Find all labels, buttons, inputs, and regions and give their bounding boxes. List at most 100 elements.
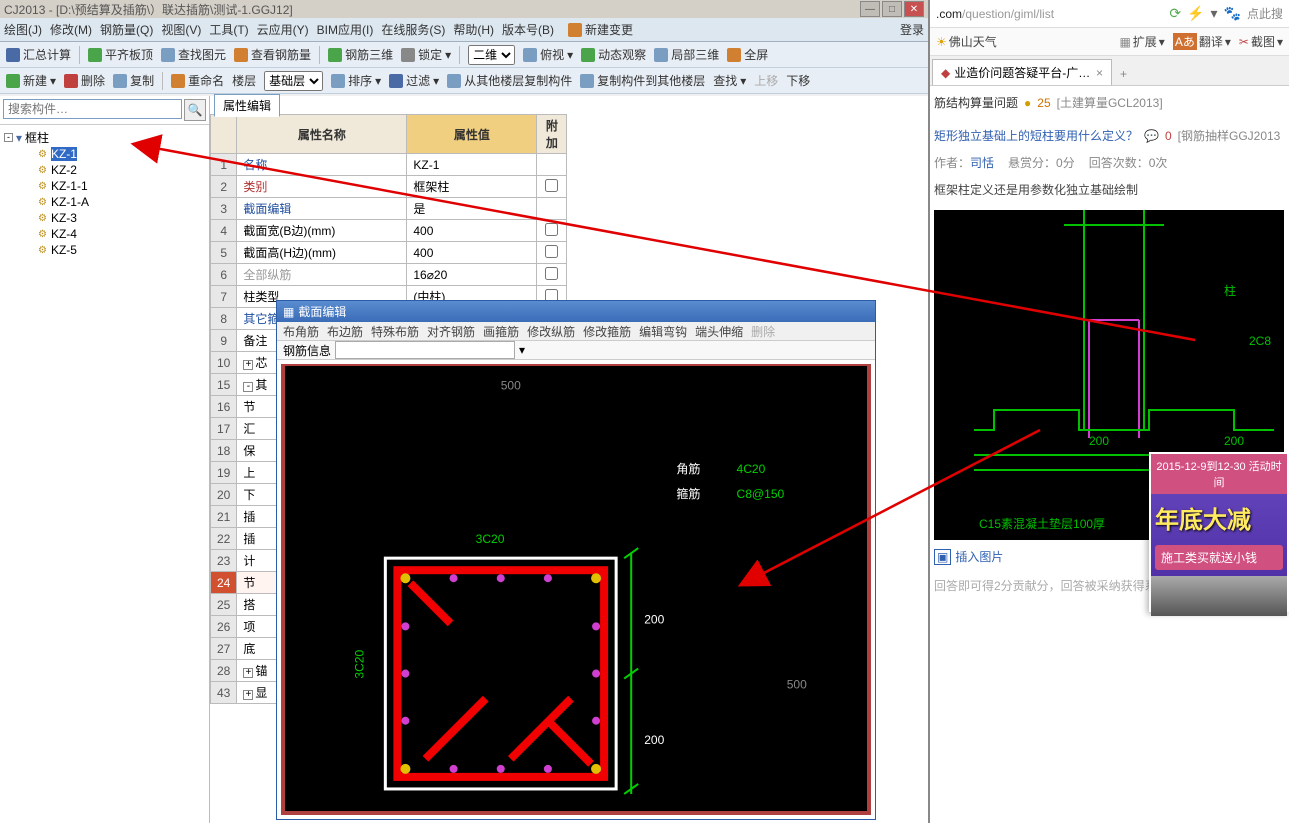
- section-canvas[interactable]: 500 500 角筋 4C20 箍筋 C8@150 3C20 3C20: [281, 364, 871, 815]
- property-row[interactable]: 2类别框架柱: [211, 176, 567, 198]
- lock-button[interactable]: 锁定 ▾: [401, 46, 451, 63]
- question-tag[interactable]: [钢筋抽样GGJ2013: [1178, 127, 1281, 144]
- new-tab-button[interactable]: +: [1112, 63, 1135, 85]
- rebar-info-input[interactable]: [335, 341, 515, 359]
- menu-rebar[interactable]: 钢筋量(Q): [100, 21, 153, 38]
- menu-online[interactable]: 在线服务(S): [381, 21, 445, 38]
- view-mode-select[interactable]: 二维: [468, 45, 515, 65]
- se-end-extend[interactable]: 端头伸缩: [695, 323, 743, 340]
- property-row[interactable]: 3截面编辑是: [211, 198, 567, 220]
- summary-calc-button[interactable]: 汇总计算: [6, 46, 71, 63]
- prop-value[interactable]: 框架柱: [407, 176, 537, 198]
- crumb-category[interactable]: 筋结构算量问题: [934, 94, 1018, 111]
- url-display[interactable]: .com/question/giml/list: [936, 7, 1054, 21]
- prop-value[interactable]: 400: [407, 242, 537, 264]
- tree-node-kz3[interactable]: ⚙KZ-3: [36, 210, 205, 226]
- browser-tab-active[interactable]: ◆ 业造价问题答疑平台-广联达 ×: [932, 59, 1112, 85]
- filter-button[interactable]: 过滤 ▾: [389, 72, 439, 89]
- view-rebar-qty-button[interactable]: 查看钢筋量: [234, 46, 311, 63]
- tree-search-input[interactable]: [3, 99, 182, 119]
- se-mod-long[interactable]: 修改纵筋: [527, 323, 575, 340]
- se-draw-stirrup[interactable]: 画箍筋: [483, 323, 519, 340]
- copy-from-floor-button[interactable]: 从其他楼层复制构件: [447, 72, 572, 89]
- translate-button[interactable]: Aあ翻译 ▾: [1173, 33, 1231, 50]
- prop-value[interactable]: 是: [407, 198, 537, 220]
- menu-draw[interactable]: 绘图(J): [4, 21, 42, 38]
- search-hint[interactable]: 点此搜: [1247, 5, 1283, 22]
- screenshot-button[interactable]: ✂截图 ▾: [1239, 33, 1283, 50]
- move-down-button[interactable]: 下移: [786, 72, 810, 89]
- sort-button[interactable]: 排序 ▾: [331, 72, 381, 89]
- properties-tab[interactable]: 属性编辑: [214, 94, 280, 117]
- crumb-tag[interactable]: [土建算量GCL2013]: [1057, 94, 1163, 111]
- se-align-bar[interactable]: 对齐钢筋: [427, 323, 475, 340]
- menu-bim[interactable]: BIM应用(I): [317, 21, 374, 38]
- top-view-button[interactable]: 俯视 ▾: [523, 46, 573, 63]
- prop-extra[interactable]: [537, 220, 567, 242]
- expand-toggle[interactable]: +: [243, 690, 253, 700]
- floor-button[interactable]: 楼层: [232, 72, 256, 89]
- menu-new-change[interactable]: 新建变更: [568, 21, 633, 38]
- favorite-weather[interactable]: ☀佛山天气: [936, 33, 997, 50]
- tree-node-kz4[interactable]: ⚙KZ-4: [36, 226, 205, 242]
- se-edit-hook[interactable]: 编辑弯钩: [639, 323, 687, 340]
- expand-toggle[interactable]: +: [243, 668, 253, 678]
- dynamic-view-button[interactable]: 动态观察: [581, 46, 646, 63]
- promo-banner[interactable]: 2015-12-9到12-30 活动时间 年底大减 施工类买就送小钱: [1149, 452, 1289, 612]
- fullscreen-button[interactable]: 全屏: [727, 46, 768, 63]
- move-up-button[interactable]: 上移: [754, 72, 778, 89]
- maximize-button[interactable]: □: [882, 1, 902, 17]
- se-mod-stirrup[interactable]: 修改箍筋: [583, 323, 631, 340]
- tree-root-item[interactable]: - ▾ 框柱: [4, 129, 205, 146]
- menu-view[interactable]: 视图(V): [161, 21, 201, 38]
- menu-version[interactable]: 版本号(B): [502, 21, 554, 38]
- reload-icon[interactable]: ⟳: [1169, 5, 1181, 22]
- se-delete[interactable]: 删除: [751, 323, 775, 340]
- minimize-button[interactable]: —: [860, 1, 880, 17]
- tree-node-kz2[interactable]: ⚙KZ-2: [36, 162, 205, 178]
- close-button[interactable]: ✕: [904, 1, 924, 17]
- prop-value[interactable]: 16⌀20: [407, 264, 537, 286]
- menu-help[interactable]: 帮助(H): [453, 21, 494, 38]
- rename-button[interactable]: 重命名: [171, 72, 224, 89]
- filter-dropdown-icon[interactable]: ▾: [16, 131, 22, 145]
- prop-extra[interactable]: [537, 242, 567, 264]
- lightning-icon[interactable]: ⚡: [1187, 5, 1204, 22]
- local-3d-button[interactable]: 局部三维: [654, 46, 719, 63]
- property-row[interactable]: 5截面高(H边)(mm)400: [211, 242, 567, 264]
- property-row[interactable]: 6全部纵筋16⌀20: [211, 264, 567, 286]
- collapse-icon[interactable]: -: [4, 133, 13, 142]
- new-button[interactable]: 新建 ▾: [6, 72, 56, 89]
- menu-cloud[interactable]: 云应用(Y): [257, 21, 309, 38]
- author-link[interactable]: 司恬: [970, 156, 994, 170]
- tree-node-kz5[interactable]: ⚙KZ-5: [36, 242, 205, 258]
- menu-tools[interactable]: 工具(T): [209, 21, 248, 38]
- question-title-link[interactable]: 矩形独立基础上的短柱要用什么定义？: [934, 121, 1138, 150]
- ext-button[interactable]: ▦扩展 ▾: [1119, 33, 1164, 50]
- delete-button[interactable]: 删除: [64, 72, 105, 89]
- expand-toggle[interactable]: -: [243, 382, 253, 392]
- find-button[interactable]: 查找 ▾: [713, 72, 746, 89]
- tree-node-kz1-1[interactable]: ⚙KZ-1-1: [36, 178, 205, 194]
- prop-value[interactable]: 400: [407, 220, 537, 242]
- property-row[interactable]: 4截面宽(B边)(mm)400: [211, 220, 567, 242]
- prop-extra[interactable]: [537, 198, 567, 220]
- slab-align-button[interactable]: 平齐板顶: [88, 46, 153, 63]
- se-corner-bar[interactable]: 布角筋: [283, 323, 319, 340]
- tree-node-kz1-a[interactable]: ⚙KZ-1-A: [36, 194, 205, 210]
- prop-extra[interactable]: [537, 154, 567, 176]
- menu-modify[interactable]: 修改(M): [50, 21, 92, 38]
- layer-select[interactable]: 基础层: [264, 71, 323, 91]
- rebar-info-dropdown[interactable]: ▾: [519, 343, 525, 357]
- tree-search-button[interactable]: 🔍: [184, 99, 206, 121]
- prop-extra[interactable]: [537, 176, 567, 198]
- copy-to-floor-button[interactable]: 复制构件到其他楼层: [580, 72, 705, 89]
- login-link[interactable]: 登录: [900, 21, 924, 38]
- find-element-button[interactable]: 查找图元: [161, 46, 226, 63]
- paw-icon[interactable]: 🐾: [1224, 5, 1241, 22]
- tree-node-kz1[interactable]: ⚙KZ-1: [36, 146, 205, 162]
- expand-toggle[interactable]: +: [243, 360, 253, 370]
- rebar-3d-button[interactable]: 钢筋三维: [328, 46, 393, 63]
- prop-value[interactable]: KZ-1: [407, 154, 537, 176]
- prop-extra[interactable]: [537, 264, 567, 286]
